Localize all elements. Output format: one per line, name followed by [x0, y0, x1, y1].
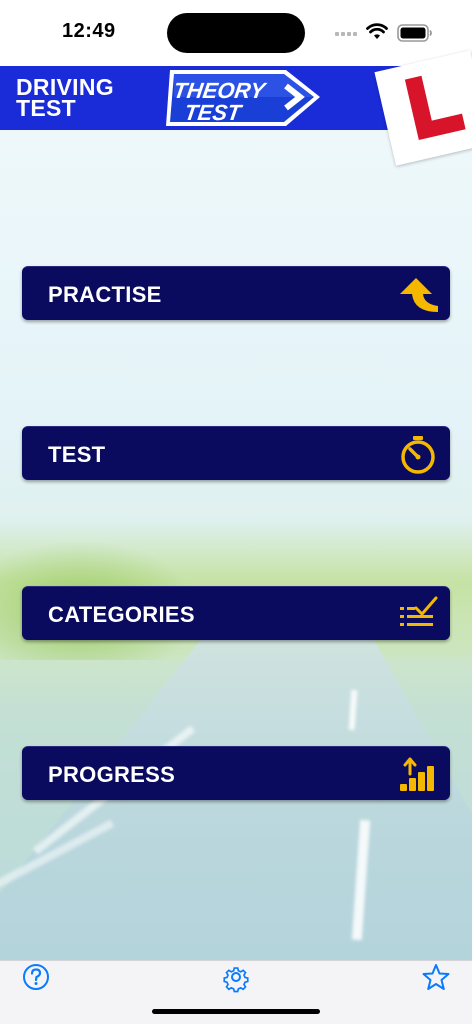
app-title: DRIVING TEST — [16, 76, 146, 121]
logo-text-line1: THEORY — [171, 78, 267, 103]
help-icon[interactable] — [21, 963, 51, 993]
checklist-icon — [400, 596, 438, 626]
test-button[interactable]: TEST — [22, 426, 450, 480]
logo-text-line2: TEST — [182, 100, 243, 125]
theory-test-logo-text: THEORY TEST — [169, 78, 267, 125]
progress-button[interactable]: PROGRESS — [22, 746, 450, 800]
app-screen: 12:49 DRIVING TEST THEORY TEST PRACTISE … — [0, 0, 472, 1024]
settings-gear-icon[interactable] — [221, 963, 251, 993]
progress-button-label: PROGRESS — [48, 762, 176, 787]
progress-bars-icon — [400, 757, 434, 791]
home-indicator — [152, 1009, 320, 1014]
wifi-icon — [366, 23, 388, 39]
road-background-image — [0, 130, 472, 960]
categories-button-label: CATEGORIES — [48, 602, 195, 627]
practise-button-label: PRACTISE — [48, 282, 162, 307]
stopwatch-icon — [401, 436, 435, 474]
status-time: 12:49 — [62, 20, 116, 42]
app-title-line2: TEST — [16, 95, 76, 121]
status-bar: 12:49 — [0, 0, 472, 66]
bottom-tab-bar — [0, 960, 472, 1024]
test-button-label: TEST — [48, 442, 106, 467]
categories-button[interactable]: CATEGORIES — [22, 586, 450, 640]
practise-button[interactable]: PRACTISE — [22, 266, 450, 320]
arrow-up-icon — [400, 278, 438, 312]
dynamic-island — [167, 13, 305, 53]
cellular-signal-icon — [335, 32, 357, 36]
star-icon[interactable] — [421, 963, 451, 993]
battery-icon — [397, 24, 432, 42]
